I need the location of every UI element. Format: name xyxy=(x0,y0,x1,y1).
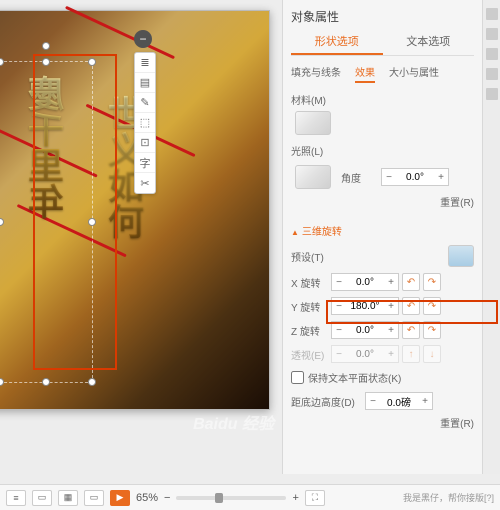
tab-text-options[interactable]: 文本选项 xyxy=(383,29,475,55)
handle-rotate[interactable] xyxy=(42,42,50,50)
view-notes-button[interactable]: ▭ xyxy=(84,490,104,506)
perspective-stepper: − + xyxy=(331,345,399,363)
z-decrease[interactable]: − xyxy=(332,322,346,338)
distance-increase[interactable]: + xyxy=(418,393,432,409)
reset-material[interactable]: 重置(R) xyxy=(291,194,474,209)
properties-panel: 对象属性 形状选项 文本选项 填充与线条 效果 大小与属性 材料(M) 光照(L… xyxy=(282,0,482,474)
handle-w[interactable] xyxy=(0,218,4,226)
subtab-fill[interactable]: 填充与线条 xyxy=(291,62,341,83)
subtab-size[interactable]: 大小与属性 xyxy=(389,62,439,83)
preset-label: 预设(T) xyxy=(291,249,331,264)
zoom-thumb[interactable] xyxy=(215,493,223,503)
view-sorter-button[interactable]: ▦ xyxy=(58,490,78,506)
x-rotation-stepper: − + xyxy=(331,273,399,291)
section-3d-rotation[interactable]: 三维旋转 xyxy=(291,223,474,238)
floating-toolbar: ≣ ▤ ✎ ⬚ ⊡ 字 ✂ xyxy=(134,52,156,194)
watermark: Baidu 经验 xyxy=(193,410,274,434)
float-tool-0[interactable]: ≣ xyxy=(135,53,155,73)
keep-flat-input[interactable] xyxy=(291,371,304,384)
fit-screen-button[interactable]: ⛶ xyxy=(305,490,325,506)
float-tool-3[interactable]: ⬚ xyxy=(135,113,155,133)
angle-decrease[interactable]: − xyxy=(382,169,396,185)
view-menu-button[interactable]: ≡ xyxy=(6,490,26,506)
distance-input[interactable] xyxy=(380,393,418,409)
handle-sw[interactable] xyxy=(0,378,4,386)
perspective-label: 透视(E) xyxy=(291,347,331,362)
right-sidebar xyxy=(482,0,500,474)
highlight-box-y-rotation xyxy=(326,300,498,324)
float-tool-1[interactable]: ▤ xyxy=(135,73,155,93)
angle-stepper: − + xyxy=(381,168,449,186)
distance-label: 距底边高度(D) xyxy=(291,394,365,409)
sidebar-icon-5[interactable] xyxy=(486,88,498,100)
canvas-viewport[interactable]: 慶千里年 世义如何 − ≣ ▤ ✎ ⬚ ⊡ 字 ✂ Bai xyxy=(0,0,282,474)
x-rotate-right-icon[interactable]: ↷ xyxy=(423,273,441,291)
perspective-wide-icon: ↓ xyxy=(423,345,441,363)
tab-shape-options[interactable]: 形状选项 xyxy=(291,29,383,55)
sidebar-icon-1[interactable] xyxy=(486,8,498,20)
handle-se[interactable] xyxy=(88,378,96,386)
angle-input[interactable] xyxy=(396,169,434,185)
zoom-slider[interactable] xyxy=(176,496,286,500)
panel-title: 对象属性 xyxy=(291,4,474,29)
sidebar-icon-2[interactable] xyxy=(486,28,498,40)
status-bar: ≡ ▭ ▦ ▭ ▶ 65% − + ⛶ 我是黑仔，帮你接版[?] xyxy=(0,484,500,510)
highlight-box-canvas xyxy=(33,54,117,370)
zoom-in-button[interactable]: + xyxy=(292,492,298,504)
subtab-effects[interactable]: 效果 xyxy=(355,62,375,83)
panel-tabs: 形状选项 文本选项 xyxy=(291,29,474,56)
x-increase[interactable]: + xyxy=(384,274,398,290)
view-normal-button[interactable]: ▭ xyxy=(32,490,52,506)
panel-subtabs: 填充与线条 效果 大小与属性 xyxy=(291,62,474,83)
material-label: 材料(M) xyxy=(291,92,331,107)
light-label: 光照(L) xyxy=(291,143,331,158)
z-rotation-input[interactable] xyxy=(346,322,384,338)
light-swatch[interactable] xyxy=(295,165,331,189)
y-rotation-label: Y 旋转 xyxy=(291,299,331,314)
distance-decrease[interactable]: − xyxy=(366,393,380,409)
delete-selection-button[interactable]: − xyxy=(134,30,152,48)
x-rotation-label: X 旋转 xyxy=(291,275,331,290)
x-rotation-input[interactable] xyxy=(346,274,384,290)
perspective-input xyxy=(346,346,384,362)
footer-text: 我是黑仔，帮你接版[?] xyxy=(403,491,494,504)
reset-3d[interactable]: 重置(R) xyxy=(291,415,474,430)
angle-label: 角度 xyxy=(341,170,381,185)
x-rotate-left-icon[interactable]: ↶ xyxy=(402,273,420,291)
perspective-narrow-icon: ↑ xyxy=(402,345,420,363)
sidebar-icon-4[interactable] xyxy=(486,68,498,80)
keep-flat-label: 保持文本平面状态(K) xyxy=(308,370,401,385)
float-tool-6[interactable]: ✂ xyxy=(135,173,155,193)
handle-nw[interactable] xyxy=(0,58,4,66)
x-decrease[interactable]: − xyxy=(332,274,346,290)
float-tool-5[interactable]: 字 xyxy=(135,153,155,173)
preset-swatch[interactable] xyxy=(448,245,474,267)
zoom-out-button[interactable]: − xyxy=(164,492,170,504)
float-tool-2[interactable]: ✎ xyxy=(135,93,155,113)
distance-stepper: − + xyxy=(365,392,433,410)
material-swatch[interactable] xyxy=(295,111,331,135)
slideshow-button[interactable]: ▶ xyxy=(110,490,130,506)
perspective-increase: + xyxy=(384,346,398,362)
z-rotation-label: Z 旋转 xyxy=(291,323,331,338)
horizontal-scrollbar[interactable] xyxy=(0,474,500,484)
z-increase[interactable]: + xyxy=(384,322,398,338)
handle-s[interactable] xyxy=(42,378,50,386)
angle-increase[interactable]: + xyxy=(434,169,448,185)
zoom-value: 65% xyxy=(136,492,158,504)
keep-text-flat-checkbox[interactable]: 保持文本平面状态(K) xyxy=(291,370,474,385)
float-tool-4[interactable]: ⊡ xyxy=(135,133,155,153)
perspective-decrease: − xyxy=(332,346,346,362)
sidebar-icon-3[interactable] xyxy=(486,48,498,60)
